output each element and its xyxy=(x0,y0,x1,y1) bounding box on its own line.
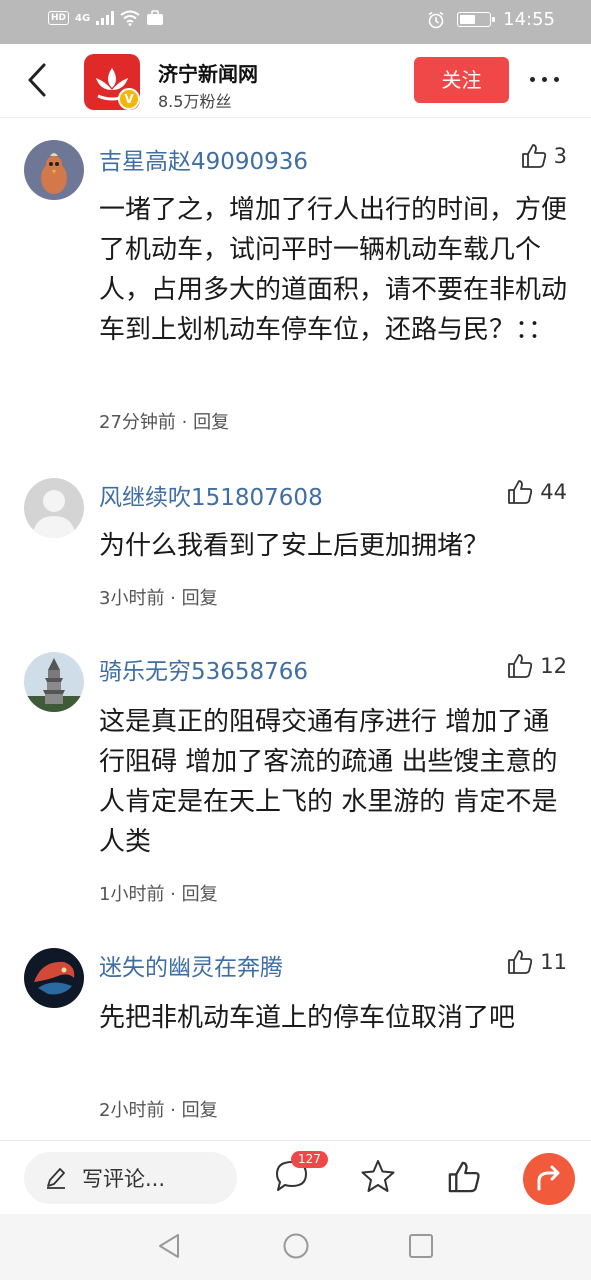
like-article-button[interactable] xyxy=(446,1159,482,1199)
comment-item: 迷失的幽灵在奔腾 11 先把非机动车道上的停车位取消了吧 2小时前 · 回复 xyxy=(0,920,591,1138)
nav-back-icon xyxy=(159,1234,179,1258)
meta-separator: · xyxy=(164,884,182,905)
comment-username[interactable]: 吉星高赵49090936 xyxy=(99,142,308,176)
like-button[interactable]: 11 xyxy=(506,948,567,976)
thumbs-up-icon xyxy=(508,654,533,678)
rooster-avatar-icon xyxy=(41,153,67,194)
like-button[interactable]: 3 xyxy=(520,142,567,170)
nav-back-button[interactable] xyxy=(156,1232,182,1264)
thumbs-up-icon xyxy=(508,480,533,504)
comment-text: 为什么我看到了安上后更加拥堵？ xyxy=(99,531,490,561)
status-right: 14:55 xyxy=(427,9,555,30)
share-arrow-icon xyxy=(537,1165,560,1191)
verified-badge: V xyxy=(118,88,140,110)
alarm-icon xyxy=(428,11,444,28)
ghost-avatar-icon xyxy=(34,961,75,995)
avatar[interactable] xyxy=(24,948,84,1008)
comment-item: 骑乐无穷53658766 12 这是真正的阻碍交通有序进行 增加了通行阻碍 增加… xyxy=(0,624,591,920)
pen-icon xyxy=(47,1168,65,1189)
share-button[interactable] xyxy=(523,1153,575,1205)
comment-meta: 27分钟前 · 回复 xyxy=(99,408,229,434)
like-button[interactable]: 12 xyxy=(506,652,567,680)
battery-icon xyxy=(457,12,496,27)
status-bar: HD 4G 14:55 xyxy=(0,0,591,44)
like-count: 3 xyxy=(553,144,567,168)
follow-button[interactable]: 关注 xyxy=(414,57,509,103)
comment-username[interactable]: 迷失的幽灵在奔腾 xyxy=(99,948,283,982)
like-count: 44 xyxy=(540,480,567,504)
comment-text: 一堵了之，增加了行人出行的时间，方便了机动车，试问平时一辆机动车载几个人，占用多… xyxy=(99,195,568,345)
like-count: 12 xyxy=(540,654,567,678)
favorite-button[interactable] xyxy=(360,1159,396,1197)
comment-meta: 2小时前 · 回复 xyxy=(99,1096,218,1122)
thumbs-up-icon xyxy=(508,950,533,974)
comment-time: 1小时前 xyxy=(99,884,165,905)
meta-separator: · xyxy=(164,1100,182,1121)
comment-item: 吉星高赵49090936 3 一堵了之，增加了行人出行的时间，方便了机动车，试问… xyxy=(0,118,591,448)
nav-recents-icon xyxy=(409,1234,433,1258)
thumbs-up-icon xyxy=(448,1161,480,1193)
comment-item: 风继续吹151807608 44 为什么我看到了安上后更加拥堵？ 3小时前 · … xyxy=(0,448,591,624)
status-left: HD 4G xyxy=(48,10,164,26)
write-comment-input[interactable]: 写评论... xyxy=(24,1152,237,1204)
more-dots-icon xyxy=(530,77,535,82)
comment-meta: 3小时前 · 回复 xyxy=(99,584,218,610)
system-nav-bar xyxy=(0,1214,591,1280)
comment-username[interactable]: 骑乐无穷53658766 xyxy=(99,652,308,686)
back-button[interactable] xyxy=(22,62,52,98)
like-button[interactable]: 44 xyxy=(506,478,567,506)
back-arrow-icon xyxy=(28,63,46,97)
comment-meta: 1小时前 · 回复 xyxy=(99,880,218,906)
top-header: V 济宁新闻网 8.5万粉丝 关注 xyxy=(0,44,591,118)
avatar[interactable] xyxy=(24,478,84,538)
signal-icon xyxy=(96,11,115,25)
star-icon xyxy=(361,1160,395,1192)
hd-indicator: HD xyxy=(48,11,70,25)
comment-text: 先把非机动车道上的停车位取消了吧 xyxy=(99,1003,516,1033)
nav-home-icon xyxy=(283,1233,309,1259)
comment-time: 3小时前 xyxy=(99,588,165,609)
reply-button[interactable]: 回复 xyxy=(182,1100,218,1121)
comment-count-badge: 127 xyxy=(291,1151,328,1168)
avatar[interactable] xyxy=(24,652,84,712)
site-name[interactable]: 济宁新闻网 xyxy=(158,58,258,87)
like-count: 11 xyxy=(540,950,567,974)
pagoda-avatar-icon xyxy=(24,658,84,712)
thumbs-up-icon xyxy=(521,144,546,168)
reply-button[interactable]: 回复 xyxy=(182,884,218,905)
comment-time: 27分钟前 xyxy=(99,412,176,433)
nav-recents-button[interactable] xyxy=(408,1232,434,1264)
comment-username[interactable]: 风继续吹151807608 xyxy=(99,478,323,512)
write-comment-placeholder: 写评论... xyxy=(82,1167,166,1191)
meta-separator: · xyxy=(175,412,194,433)
network-indicator: 4G xyxy=(75,12,91,24)
comment-text: 这是真正的阻碍交通有序进行 增加了通行阻碍 增加了客流的疏通 出些馊主意的人肯定… xyxy=(99,707,558,857)
reply-button[interactable]: 回复 xyxy=(193,412,229,433)
avatar[interactable] xyxy=(24,140,84,200)
clock: 14:55 xyxy=(503,9,555,30)
follower-count: 8.5万粉丝 xyxy=(158,92,232,111)
wifi-icon xyxy=(120,10,140,26)
default-avatar-icon xyxy=(32,490,76,538)
more-button[interactable] xyxy=(530,77,559,82)
bottom-action-bar: 写评论... 127 xyxy=(0,1140,591,1214)
briefcase-icon xyxy=(147,10,164,25)
meta-separator: · xyxy=(164,588,182,609)
comment-time: 2小时前 xyxy=(99,1100,165,1121)
nav-home-button[interactable] xyxy=(282,1232,310,1264)
reply-button[interactable]: 回复 xyxy=(182,588,218,609)
